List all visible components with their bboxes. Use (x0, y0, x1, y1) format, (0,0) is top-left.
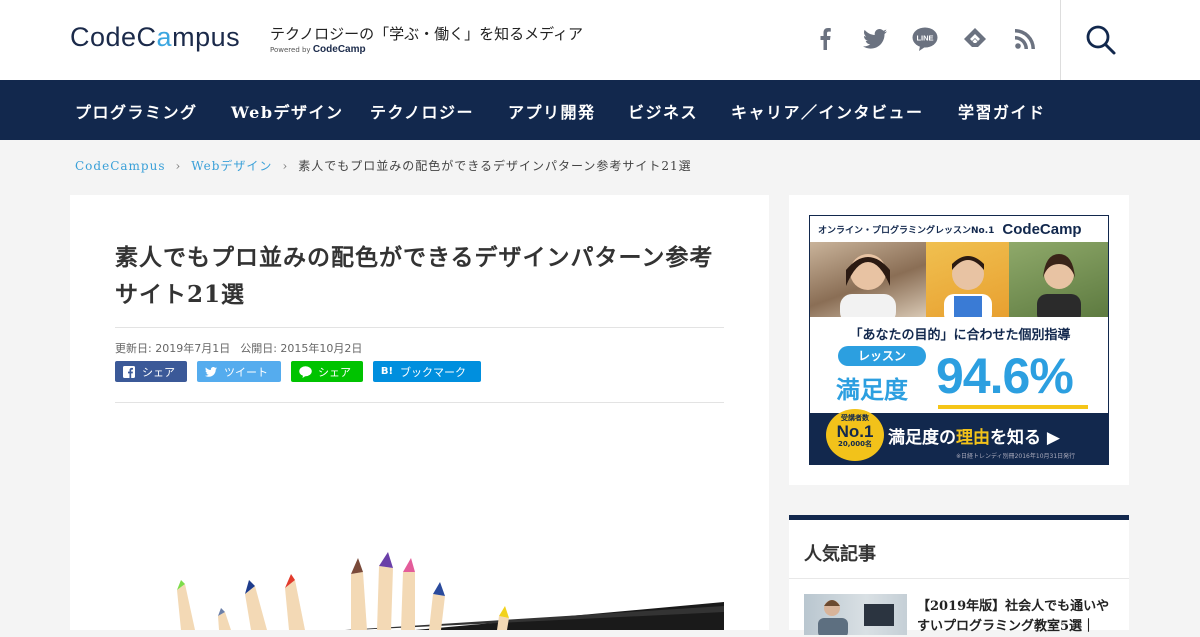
article-dates: 更新日: 2019年7月1日 公開日: 2015年10月2日 (115, 340, 372, 356)
article-eyecatch-image (115, 550, 724, 630)
ad-main-copy: 「あなたの目的」に合わせた個別指導 レッスン 満足度 94.6% (810, 317, 1108, 413)
chevron-right-icon: › (282, 159, 289, 173)
line-icon (298, 365, 312, 379)
ad-brand: CodeCamp (1002, 220, 1082, 238)
share-twitter-label: ツイート (224, 365, 268, 379)
logo-text-suffix: mpus (172, 22, 241, 52)
breadcrumb-category[interactable]: Webデザイン (191, 159, 272, 173)
header-divider (1060, 0, 1061, 80)
codecamp-ad-banner[interactable]: オンライン・プログラミングレッスンNo.1 CodeCamp 「あなたの目的」に合… (809, 215, 1109, 465)
ad-satisfaction-value: 94.6% (936, 348, 1074, 404)
article-title: 素人でもプロ並みの配色ができるデザインパターン参考サイト21選 (115, 244, 714, 308)
popular-title: 人気記事 (804, 544, 876, 565)
ad-badge-count: 20,000名 (837, 440, 872, 449)
ad-footnote: ※日経トレンディ別冊2016年10月31日発行 (956, 453, 1076, 460)
ad-cta-highlight: 理由 (956, 428, 990, 448)
divider (789, 578, 1129, 579)
ad-header: オンライン・プログラミングレッスンNo.1 CodeCamp (810, 216, 1108, 242)
share-twitter-button[interactable]: ツイート (197, 361, 281, 382)
popular-articles: 人気記事 【2019年版】社会人でも通いやすいプログラミング教室5選｜ (789, 515, 1129, 635)
search-icon[interactable] (1085, 24, 1117, 56)
chevron-right-icon: › (175, 159, 182, 173)
line-icon[interactable]: LINE (912, 26, 938, 52)
logo-text: CodeC (70, 22, 157, 52)
breadcrumb-current: 素人でもプロ並みの配色ができるデザインパターン参考サイト21選 (298, 159, 692, 173)
powered-by-label: Powered by (270, 46, 311, 54)
ad-cta-suffix: を知る (990, 428, 1041, 448)
share-hatena-button[interactable]: B! ブックマーク (373, 361, 481, 382)
ad-photo-woman (810, 242, 926, 324)
share-facebook-label: シェア (142, 365, 175, 379)
line-icon-text: LINE (916, 34, 933, 43)
divider (115, 402, 724, 403)
ad-top-text: オンライン・プログラミングレッスンNo.1 (818, 225, 995, 236)
facebook-icon (122, 365, 136, 379)
feedly-icon[interactable] (962, 26, 988, 52)
nav-item-app-dev[interactable]: アプリ開発 (508, 99, 596, 123)
powered-by-brand: CodeCamp (312, 44, 366, 55)
powered-by: Powered by CodeCamp (270, 44, 366, 55)
ad-headline: 「あなたの目的」に合わせた個別指導 (849, 328, 1071, 343)
nav-item-webdesign[interactable]: Webデザイン (231, 99, 344, 123)
breadcrumb: CodeCampus › Webデザイン › 素人でもプロ並みの配色ができるデザインパタ… (75, 157, 692, 174)
rss-icon[interactable] (1012, 26, 1038, 52)
nav-item-business[interactable]: ビジネス (628, 99, 698, 123)
ad-lesson-pill: レッスン (838, 346, 926, 366)
share-facebook-button[interactable]: シェア (115, 361, 187, 382)
popular-item-title[interactable]: 【2019年版】社会人でも通いやすいプログラミング教室5選｜ (917, 597, 1122, 637)
sidebar-ad-card: オンライン・プログラミングレッスンNo.1 CodeCamp 「あなたの目的」に合… (789, 195, 1129, 485)
global-nav: プログラミング Webデザイン テクノロジー アプリ開発 ビジネス キャリア／イ… (0, 80, 1200, 140)
ad-cta-prefix: 満足度の (888, 428, 956, 448)
site-logo[interactable]: CodeCampus (70, 22, 240, 53)
share-line-button[interactable]: シェア (291, 361, 363, 382)
share-hatena-label: ブックマーク (400, 365, 466, 379)
nav-item-programming[interactable]: プログラミング (75, 99, 198, 123)
facebook-icon[interactable] (812, 26, 838, 52)
nav-item-learning-guide[interactable]: 学習ガイド (958, 99, 1046, 123)
ad-underline (938, 405, 1088, 409)
ad-photo-man (926, 242, 1009, 324)
ad-cta-text: 満足度の理由を知る ▶ (888, 423, 1060, 448)
hatena-bookmark-icon: B! (380, 366, 394, 377)
ad-badge-top: 受講者数 (841, 414, 869, 422)
divider (115, 327, 724, 328)
share-line-label: シェア (318, 365, 351, 379)
site-tagline: テクノロジーの「学ぶ・働く」を知るメディア (270, 25, 584, 43)
breadcrumb-home[interactable]: CodeCampus (75, 159, 165, 173)
article-card: 素人でもプロ並みの配色ができるデザインパターン参考サイト21選 更新日: 201… (70, 195, 769, 630)
ad-photo-woman-2 (1009, 242, 1108, 324)
ad-no1-badge: 受講者数 No.1 20,000名 (826, 409, 884, 461)
ad-satisfaction-label: 満足度 (836, 376, 908, 404)
twitter-icon (204, 365, 218, 379)
updated-date: 更新日: 2019年7月1日 (115, 342, 231, 355)
popular-item-thumbnail[interactable] (804, 594, 907, 635)
site-header: CodeCampus テクノロジーの「学ぶ・働く」を知るメディア Powered… (0, 0, 1200, 80)
published-date: 公開日: 2015年10月2日 (240, 342, 363, 355)
nav-item-career-interview[interactable]: キャリア／インタビュー (731, 99, 924, 123)
ad-badge-no1: No.1 (836, 421, 874, 441)
nav-item-technology[interactable]: テクノロジー (370, 99, 474, 123)
twitter-icon[interactable] (862, 26, 888, 52)
play-arrow-icon: ▶ (1046, 428, 1060, 448)
logo-accent-letter: a (156, 22, 173, 52)
ad-cta-bar: 受講者数 No.1 20,000名 満足度の理由を知る ▶ ※日経トレンディ別冊20… (810, 409, 1108, 464)
